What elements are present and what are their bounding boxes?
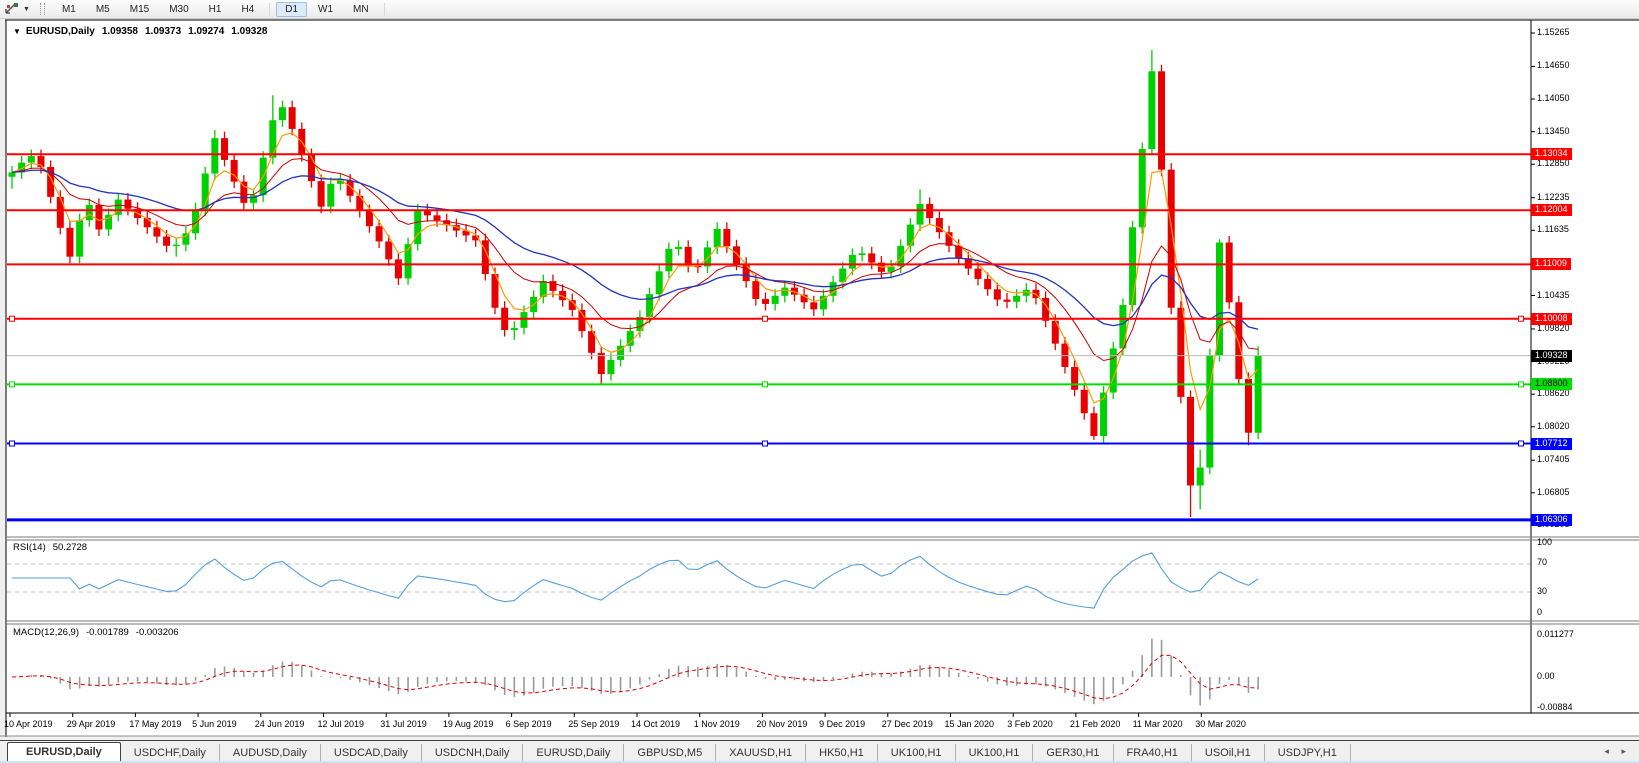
date-label: 19 Aug 2019 — [443, 719, 494, 729]
price-level-badge: 1.11009 — [1531, 258, 1571, 270]
mt4-terminal: { "toolbar": { "timeframes": ["M1","M5",… — [0, 0, 1639, 763]
tab-scroll-arrows: ◂ ▸ — [1599, 746, 1631, 757]
rsi-axis-label: 100 — [1537, 537, 1552, 548]
timeframe-button-m15[interactable]: M15 — [121, 2, 158, 17]
date-label: 1 Nov 2019 — [694, 719, 740, 729]
date-label: 14 Oct 2019 — [631, 719, 680, 729]
date-label: 24 Jun 2019 — [255, 719, 305, 729]
date-label: 20 Nov 2019 — [756, 719, 807, 729]
date-label: 11 Mar 2020 — [1133, 719, 1183, 729]
tab-usdjpy-h1[interactable]: USDJPY,H1 — [1265, 744, 1351, 761]
timeframe-button-h4[interactable]: H4 — [232, 2, 263, 17]
date-label: 15 Jan 2020 — [945, 719, 995, 729]
toolbar-separator — [384, 3, 385, 16]
ohlc-open: 1.09358 — [102, 26, 138, 37]
rsi-axis-label: 0 — [1537, 607, 1542, 618]
rsi-label: RSI(14) — [13, 542, 46, 553]
macd-axis-label: 0.011277 — [1537, 629, 1574, 640]
ohlc-low: 1.09274 — [188, 26, 224, 37]
timeframe-button-m1[interactable]: M1 — [53, 2, 85, 17]
date-label: 10 Apr 2019 — [4, 719, 53, 729]
chart-tool-icon[interactable] — [4, 2, 20, 16]
rsi-value: 50.2728 — [53, 542, 87, 553]
date-label: 29 Apr 2019 — [67, 719, 116, 729]
price-level-badge: 1.06306 — [1531, 514, 1572, 526]
tab-usdcad-daily[interactable]: USDCAD,Daily — [321, 744, 422, 761]
rsi-axis-label: 30 — [1537, 586, 1547, 597]
chart-tab-bar: EURUSD,Daily USDCHF,Daily AUDUSD,Daily U… — [0, 740, 1639, 761]
tab-usdchf-daily[interactable]: USDCHF,Daily — [121, 744, 220, 761]
macd-value: -0.001789 — [86, 627, 129, 638]
date-label: 27 Dec 2019 — [882, 719, 933, 729]
price-tick-label: 1.13450 — [1537, 126, 1570, 137]
tab-scroll-left-icon[interactable]: ◂ — [1599, 744, 1614, 758]
timeframe-button-m5[interactable]: M5 — [87, 2, 119, 17]
price-tick-label: 1.15265 — [1537, 27, 1570, 38]
chart-menu-icon[interactable]: ▼ — [13, 27, 21, 36]
price-tick-label: 1.12235 — [1537, 192, 1570, 203]
timeframe-button-d1[interactable]: D1 — [276, 2, 307, 17]
price-tick-label: 1.14650 — [1537, 60, 1570, 71]
tab-xauusd-h1[interactable]: XAUUSD,H1 — [716, 744, 806, 761]
date-label: 17 May 2019 — [129, 719, 181, 729]
price-level-badge: 1.08800 — [1531, 378, 1572, 390]
timeframe-button-mn[interactable]: MN — [344, 2, 378, 17]
price-tick-label: 1.14050 — [1537, 93, 1570, 104]
chart-window-background[interactable] — [6, 20, 1639, 736]
rsi-axis-label: 70 — [1537, 557, 1547, 568]
tab-usdcnh-daily[interactable]: USDCNH,Daily — [422, 744, 524, 761]
macd-signal-value: -0.003206 — [136, 627, 179, 638]
tab-usoil-h1[interactable]: USOil,H1 — [1192, 744, 1265, 761]
price-tick-label: 1.08020 — [1537, 421, 1570, 432]
price-level-badge: 1.12004 — [1531, 204, 1572, 216]
timeframe-toolbar: ▼ M1 M5 M15 M30 H1 H4 D1 W1 MN — [0, 0, 1639, 19]
toolbar-grip[interactable] — [40, 3, 45, 15]
macd-axis-label: -0.00884 — [1537, 702, 1573, 713]
tab-uk100-h1-2[interactable]: UK100,H1 — [956, 744, 1034, 761]
toolbar-separator — [269, 3, 270, 16]
tab-eurusd-daily-2[interactable]: EURUSD,Daily — [523, 744, 624, 761]
chart-symbol-label: EURUSD,Daily — [26, 26, 95, 37]
price-tick-label: 1.10435 — [1537, 290, 1570, 301]
tab-audusd-daily[interactable]: AUDUSD,Daily — [220, 744, 321, 761]
tab-ger30-h1[interactable]: GER30,H1 — [1033, 744, 1113, 761]
ohlc-high: 1.09373 — [145, 26, 181, 37]
price-tick-label: 1.11635 — [1537, 224, 1569, 235]
date-label: 3 Feb 2020 — [1007, 719, 1053, 729]
macd-axis-label: 0.00 — [1537, 671, 1555, 682]
chart-title: ▼ EURUSD,Daily 1.09358 1.09373 1.09274 1.0932… — [13, 26, 267, 37]
date-label: 6 Sep 2019 — [506, 719, 552, 729]
rsi-title: RSI(14) 50.2728 — [13, 542, 87, 553]
date-label: 12 Jul 2019 — [318, 719, 365, 729]
tab-hk50-h1[interactable]: HK50,H1 — [806, 744, 878, 761]
date-label: 21 Feb 2020 — [1070, 719, 1121, 729]
price-level-badge: 1.10008 — [1531, 313, 1572, 325]
date-label: 25 Sep 2019 — [568, 719, 619, 729]
date-label: 9 Dec 2019 — [819, 719, 865, 729]
price-level-badge: 1.13034 — [1531, 148, 1572, 160]
date-label: 5 Jun 2019 — [192, 719, 237, 729]
date-label: 30 Mar 2020 — [1195, 719, 1246, 729]
tab-scroll-right-icon[interactable]: ▸ — [1616, 744, 1631, 758]
timeframe-button-h1[interactable]: H1 — [200, 2, 231, 17]
date-label: 31 Jul 2019 — [380, 719, 427, 729]
price-tick-label: 1.07405 — [1537, 454, 1570, 465]
macd-title: MACD(12,26,9) -0.001789 -0.003206 — [13, 627, 179, 638]
price-level-badge: 1.07712 — [1531, 438, 1572, 450]
timeframe-button-m30[interactable]: M30 — [160, 2, 197, 17]
tab-uk100-h1[interactable]: UK100,H1 — [878, 744, 956, 761]
tab-gbpusd-m5[interactable]: GBPUSD,M5 — [624, 744, 716, 761]
toolbar-dropdown-caret[interactable]: ▼ — [23, 6, 30, 13]
ohlc-close: 1.09328 — [231, 26, 267, 37]
current-price-badge: 1.09328 — [1531, 350, 1572, 362]
tab-eurusd-daily-active[interactable]: EURUSD,Daily — [7, 742, 121, 761]
timeframe-button-w1[interactable]: W1 — [309, 2, 342, 17]
macd-label: MACD(12,26,9) — [13, 627, 79, 638]
tab-fra40-h1[interactable]: FRA40,H1 — [1114, 744, 1192, 761]
price-tick-label: 1.06805 — [1537, 487, 1570, 498]
